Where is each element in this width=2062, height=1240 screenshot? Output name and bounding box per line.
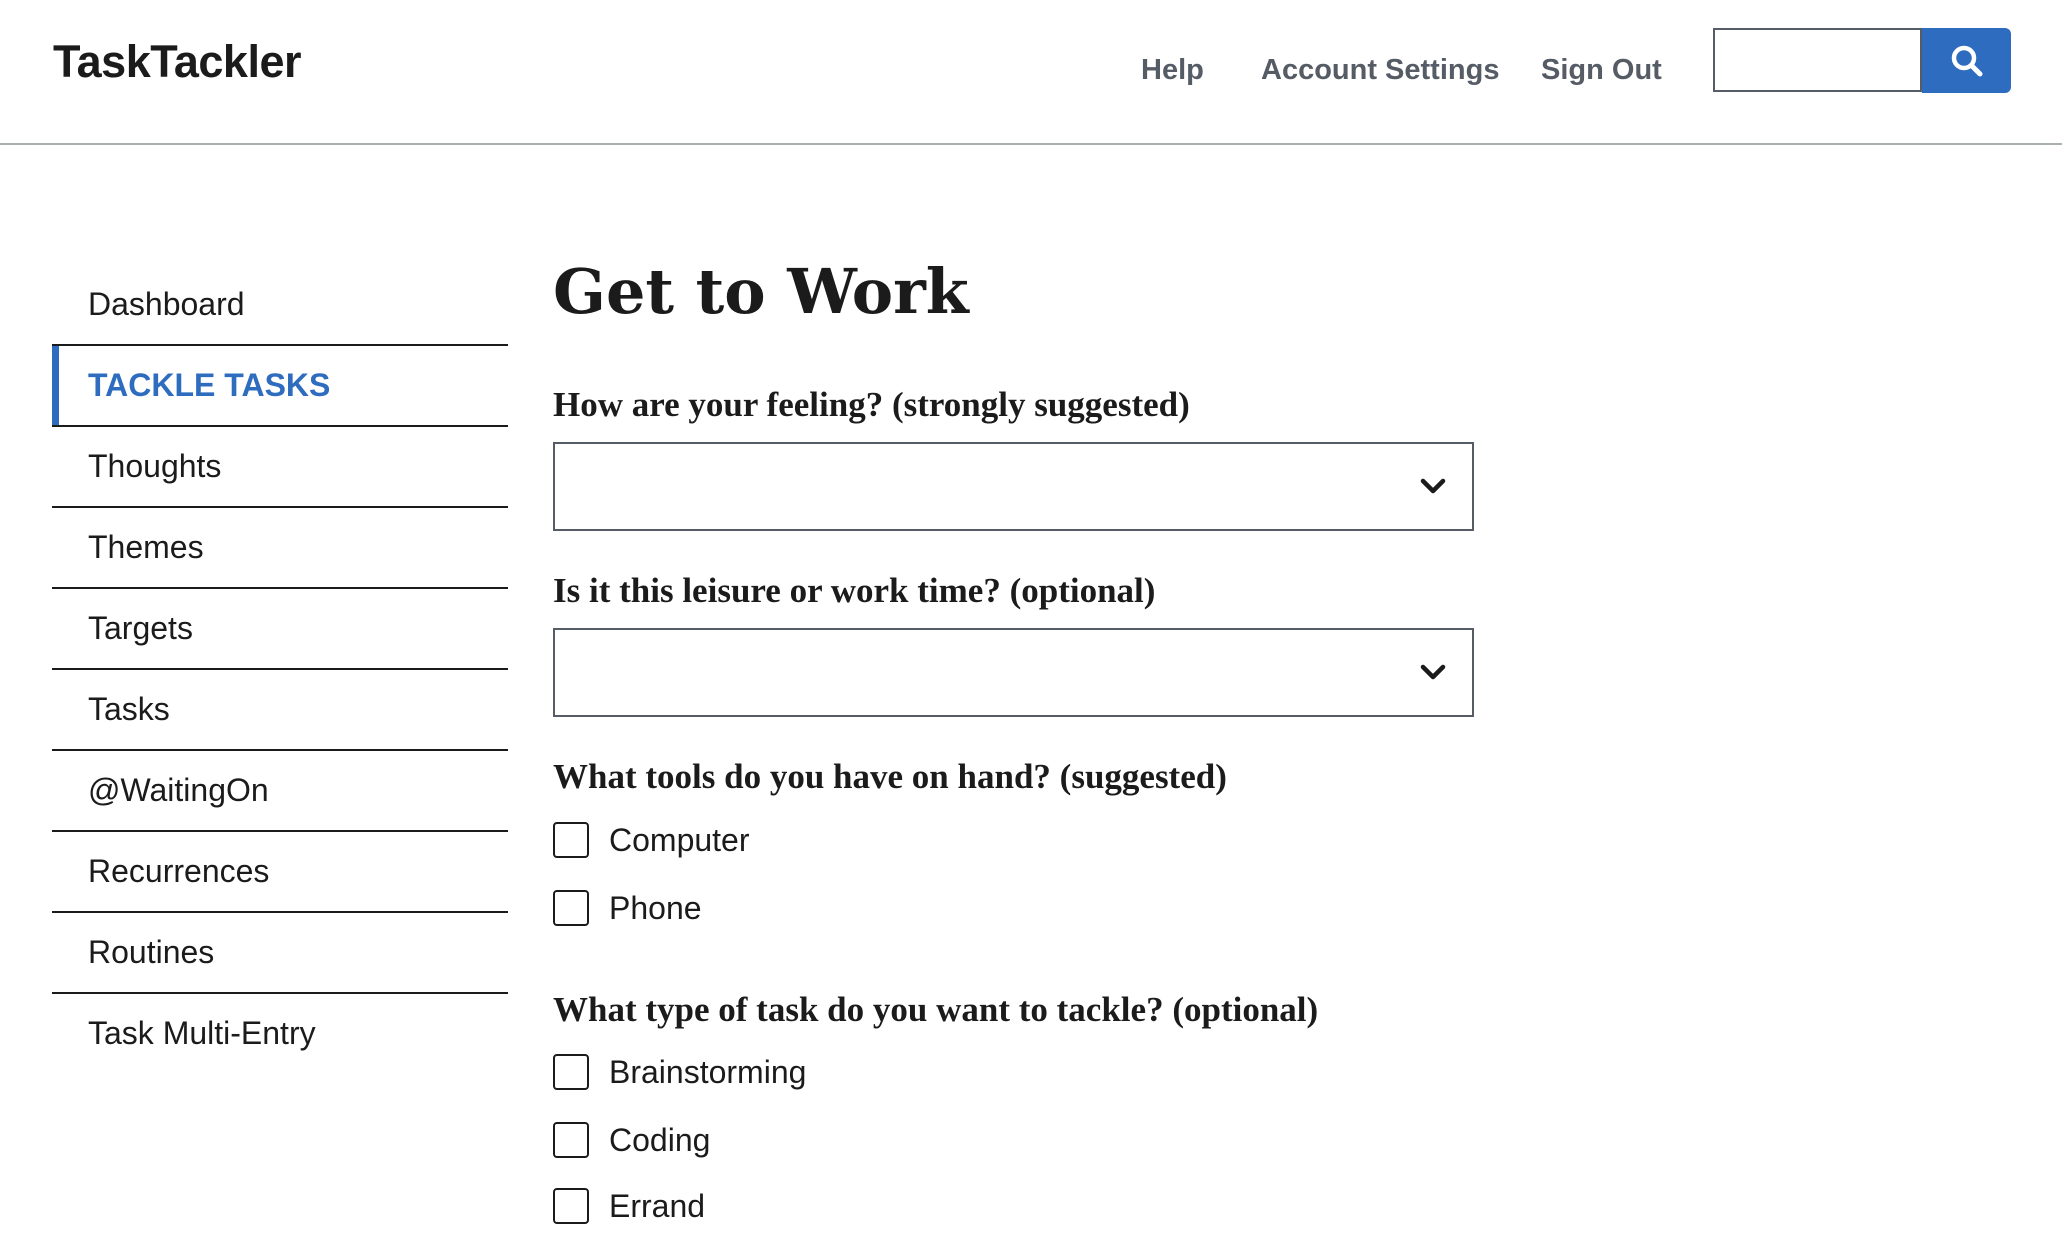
checkbox-label: Phone	[609, 889, 702, 926]
sidebar-item-tasks[interactable]: Tasks	[52, 670, 508, 751]
time-label: Is it this leisure or work time? (option…	[553, 571, 1156, 610]
sidebar-nav: Dashboard TACKLE TASKS Thoughts Themes T…	[52, 265, 508, 1073]
checkbox-label: Computer	[609, 821, 750, 858]
search-icon	[1951, 45, 1982, 76]
sidebar-item-thoughts[interactable]: Thoughts	[52, 427, 508, 508]
search-button[interactable]	[1922, 28, 2011, 93]
checkbox-coding[interactable]: Coding	[553, 1119, 710, 1161]
checkbox-box[interactable]	[553, 822, 589, 858]
help-link[interactable]: Help	[1141, 54, 1204, 87]
checkbox-computer[interactable]: Computer	[553, 819, 750, 861]
sidebar-item-waitingon[interactable]: @WaitingOn	[52, 751, 508, 832]
checkbox-box[interactable]	[553, 1188, 589, 1224]
checkbox-errand[interactable]: Errand	[553, 1185, 705, 1227]
checkbox-box[interactable]	[553, 1054, 589, 1090]
sidebar-item-recurrences[interactable]: Recurrences	[52, 832, 508, 913]
brand-logo[interactable]: TaskTackler	[53, 36, 302, 88]
sidebar-item-tackle-tasks[interactable]: TACKLE TASKS	[52, 346, 508, 427]
feeling-label: How are your feeling? (strongly suggeste…	[553, 385, 1190, 424]
checkbox-label: Errand	[609, 1187, 706, 1224]
sign-out-link[interactable]: Sign Out	[1541, 54, 1662, 87]
site-header: TaskTackler Help Account Settings Sign O…	[0, 0, 2062, 145]
sidebar-item-routines[interactable]: Routines	[52, 913, 508, 994]
page-title: Get to Work	[553, 255, 969, 328]
chevron-down-icon	[1420, 478, 1446, 494]
checkbox-box[interactable]	[553, 890, 589, 926]
tools-label: What tools do you have on hand? (suggest…	[553, 757, 1227, 796]
checkbox-box[interactable]	[553, 1122, 589, 1158]
feeling-select[interactable]	[553, 442, 1474, 531]
time-select[interactable]	[553, 628, 1474, 717]
sidebar-item-dashboard[interactable]: Dashboard	[52, 265, 508, 346]
search-input[interactable]	[1713, 28, 1922, 92]
task-type-label: What type of task do you want to tackle?…	[553, 990, 1319, 1029]
checkbox-phone[interactable]: Phone	[553, 887, 702, 929]
chevron-down-icon	[1420, 664, 1446, 680]
sidebar-item-task-multi-entry[interactable]: Task Multi-Entry	[52, 994, 508, 1073]
sidebar-item-themes[interactable]: Themes	[52, 508, 508, 589]
checkbox-label: Brainstorming	[609, 1053, 807, 1090]
checkbox-brainstorming[interactable]: Brainstorming	[553, 1051, 806, 1093]
sidebar-item-targets[interactable]: Targets	[52, 589, 508, 670]
checkbox-label: Coding	[609, 1121, 711, 1158]
account-settings-link[interactable]: Account Settings	[1261, 54, 1499, 87]
